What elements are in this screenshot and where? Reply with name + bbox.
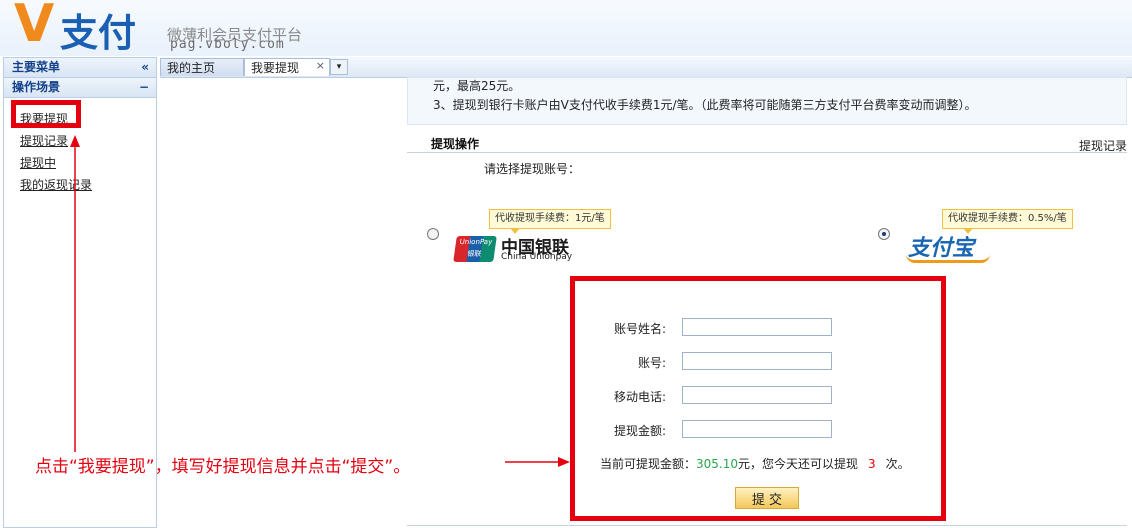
arrow-right-head-icon <box>558 457 570 467</box>
annotation-arrows <box>70 135 570 467</box>
arrow-up-head-icon <box>70 135 80 147</box>
